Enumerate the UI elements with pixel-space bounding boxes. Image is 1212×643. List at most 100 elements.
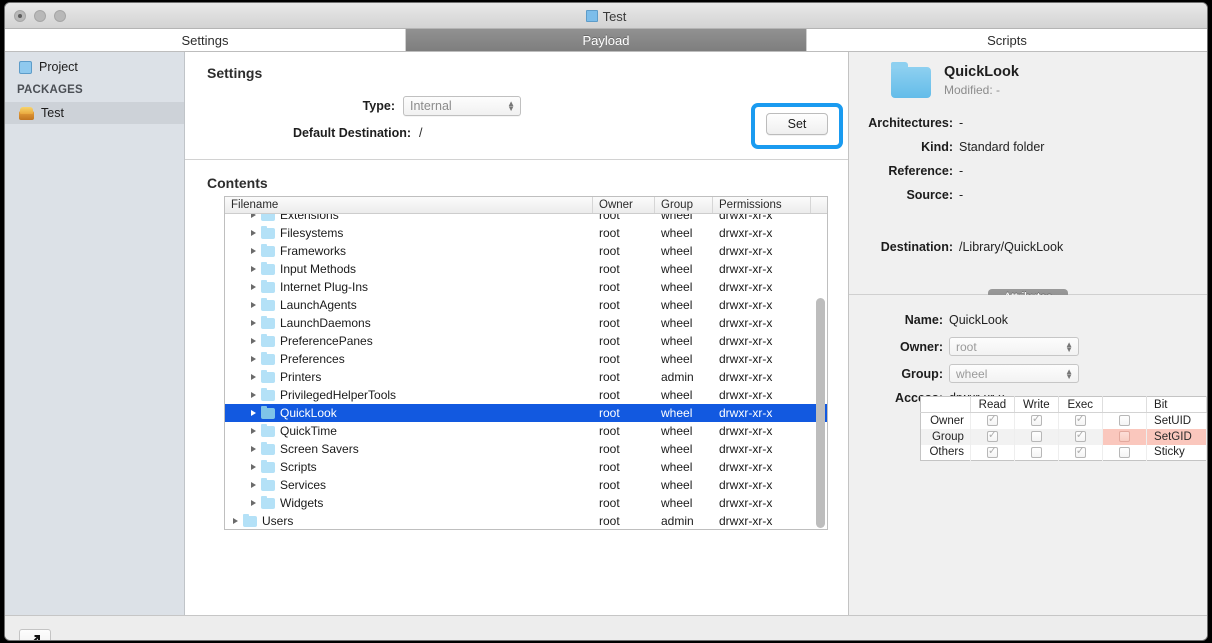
cell-group: wheel — [661, 262, 693, 276]
permission-cell[interactable] — [1058, 428, 1103, 445]
table-row[interactable]: Users root admin drwxr-xr-x — [225, 512, 827, 529]
sidebar-item-test[interactable]: Test — [5, 102, 184, 124]
cell-permissions: drwxr-xr-x — [719, 388, 773, 402]
kind-value: Standard folder — [959, 140, 1045, 154]
cell-filename: Printers — [225, 370, 593, 384]
filename-label: Frameworks — [280, 244, 347, 258]
table-row[interactable]: Scripts root wheel drwxr-xr-x — [225, 458, 827, 476]
write-checkbox[interactable] — [1030, 413, 1042, 427]
permission-cell[interactable] — [1014, 412, 1059, 429]
table-row[interactable]: Preferences root wheel drwxr-xr-x — [225, 350, 827, 368]
cell-permissions: drwxr-xr-x — [719, 280, 773, 294]
read-checkbox[interactable] — [986, 429, 998, 442]
bit-row: SetGID — [1102, 428, 1207, 445]
permission-cell[interactable] — [1058, 444, 1103, 461]
column-header-group[interactable]: Group — [655, 197, 713, 213]
bit-cell[interactable] — [1102, 428, 1148, 445]
owner-select[interactable]: root ▲ ▼ — [949, 337, 1079, 356]
tab-scripts[interactable]: Scripts — [807, 29, 1207, 51]
table-row[interactable]: Frameworks root wheel drwxr-xr-x — [225, 242, 827, 260]
sticky-checkbox[interactable] — [1118, 446, 1130, 458]
cell-permissions: drwxr-xr-x — [719, 226, 773, 240]
disclosure-triangle-icon[interactable] — [251, 302, 256, 308]
rwx-header-exec: Exec — [1058, 396, 1103, 413]
share-button[interactable] — [19, 628, 51, 640]
disclosure-triangle-icon[interactable] — [251, 482, 256, 488]
reference-value: - — [959, 164, 964, 178]
folder-icon — [261, 262, 275, 275]
sidebar-item-label: Project — [39, 60, 78, 74]
cell-filename: PreferencePanes — [225, 334, 593, 348]
group-select[interactable]: wheel ▲ ▼ — [949, 364, 1079, 383]
table-row[interactable]: LaunchDaemons root wheel drwxr-xr-x — [225, 314, 827, 332]
permission-cell[interactable] — [1058, 412, 1103, 429]
destination-row: Destination: /Library/QuickLook — [863, 240, 1063, 254]
table-row[interactable]: LaunchAgents root wheel drwxr-xr-x — [225, 296, 827, 314]
close-button[interactable] — [14, 9, 26, 22]
disclosure-triangle-icon[interactable] — [251, 248, 256, 254]
disclosure-triangle-icon[interactable] — [251, 214, 256, 218]
disclosure-triangle-icon[interactable] — [251, 500, 256, 506]
chevron-updown-icon: ▲ ▼ — [507, 99, 515, 113]
exec-checkbox[interactable] — [1074, 445, 1086, 458]
table-row[interactable]: Input Methods root wheel drwxr-xr-x — [225, 260, 827, 278]
table-row[interactable]: PreferencePanes root wheel drwxr-xr-x — [225, 332, 827, 350]
read-checkbox[interactable] — [986, 413, 998, 427]
column-header-permissions[interactable]: Permissions — [713, 197, 811, 213]
table-row[interactable]: Extensions root wheel drwxr-xr-x — [225, 214, 827, 224]
tab-payload[interactable]: Payload — [406, 29, 807, 51]
disclosure-triangle-icon[interactable] — [251, 230, 256, 236]
read-checkbox[interactable] — [986, 445, 998, 458]
inspector-info-section: QuickLook Modified: - Architectures: - K… — [849, 52, 1207, 295]
bit-cell[interactable] — [1102, 412, 1148, 429]
zoom-button[interactable] — [54, 9, 66, 22]
table-row[interactable]: QuickTime root wheel drwxr-xr-x — [225, 422, 827, 440]
disclosure-triangle-icon[interactable] — [233, 518, 238, 524]
exec-checkbox[interactable] — [1074, 413, 1086, 427]
table-row[interactable]: Services root wheel drwxr-xr-x — [225, 476, 827, 494]
table-row[interactable]: Printers root admin drwxr-xr-x — [225, 368, 827, 386]
setuid-checkbox[interactable] — [1118, 415, 1130, 427]
name-value: QuickLook — [949, 313, 1009, 327]
column-header-owner[interactable]: Owner — [593, 197, 655, 213]
disclosure-triangle-icon[interactable] — [251, 410, 256, 416]
write-checkbox[interactable] — [1030, 430, 1042, 442]
permission-cell[interactable] — [1014, 428, 1059, 445]
write-checkbox[interactable] — [1030, 446, 1042, 458]
permission-row: Owner — [920, 412, 1103, 429]
exec-checkbox[interactable] — [1074, 429, 1086, 442]
permission-cell[interactable] — [970, 444, 1015, 461]
disclosure-triangle-icon[interactable] — [251, 338, 256, 344]
filename-label: Filesystems — [280, 226, 344, 240]
set-button[interactable]: Set — [766, 113, 828, 135]
setgid-checkbox[interactable] — [1118, 430, 1130, 442]
table-row[interactable]: QuickLook root wheel drwxr-xr-x — [225, 404, 827, 422]
table-row[interactable]: Widgets root wheel drwxr-xr-x — [225, 494, 827, 512]
cell-filename: Frameworks — [225, 244, 593, 258]
permission-cell[interactable] — [970, 412, 1015, 429]
permission-cell[interactable] — [970, 428, 1015, 445]
type-select[interactable]: Internal ▲ ▼ — [403, 96, 521, 116]
table-row[interactable]: Screen Savers root wheel drwxr-xr-x — [225, 440, 827, 458]
table-scrollbar[interactable] — [816, 298, 825, 528]
sidebar-item-project[interactable]: Project — [5, 56, 184, 78]
table-row[interactable]: PrivilegedHelperTools root wheel drwxr-xr-x — [225, 386, 827, 404]
disclosure-triangle-icon[interactable] — [251, 428, 256, 434]
disclosure-triangle-icon[interactable] — [251, 284, 256, 290]
disclosure-triangle-icon[interactable] — [251, 266, 256, 272]
table-row[interactable]: Filesystems root wheel drwxr-xr-x — [225, 224, 827, 242]
table-row[interactable]: Internet Plug-Ins root wheel drwxr-xr-x — [225, 278, 827, 296]
column-header-filename[interactable]: Filename — [225, 197, 593, 213]
disclosure-triangle-icon[interactable] — [251, 320, 256, 326]
disclosure-triangle-icon[interactable] — [251, 464, 256, 470]
disclosure-triangle-icon[interactable] — [251, 392, 256, 398]
reference-row: Reference: - — [863, 164, 963, 178]
filename-label: QuickTime — [280, 424, 337, 438]
disclosure-triangle-icon[interactable] — [251, 374, 256, 380]
minimize-button[interactable] — [34, 9, 46, 22]
permission-cell[interactable] — [1014, 444, 1059, 461]
tab-settings[interactable]: Settings — [5, 29, 406, 51]
disclosure-triangle-icon[interactable] — [251, 446, 256, 452]
bit-cell[interactable] — [1102, 444, 1148, 461]
disclosure-triangle-icon[interactable] — [251, 356, 256, 362]
